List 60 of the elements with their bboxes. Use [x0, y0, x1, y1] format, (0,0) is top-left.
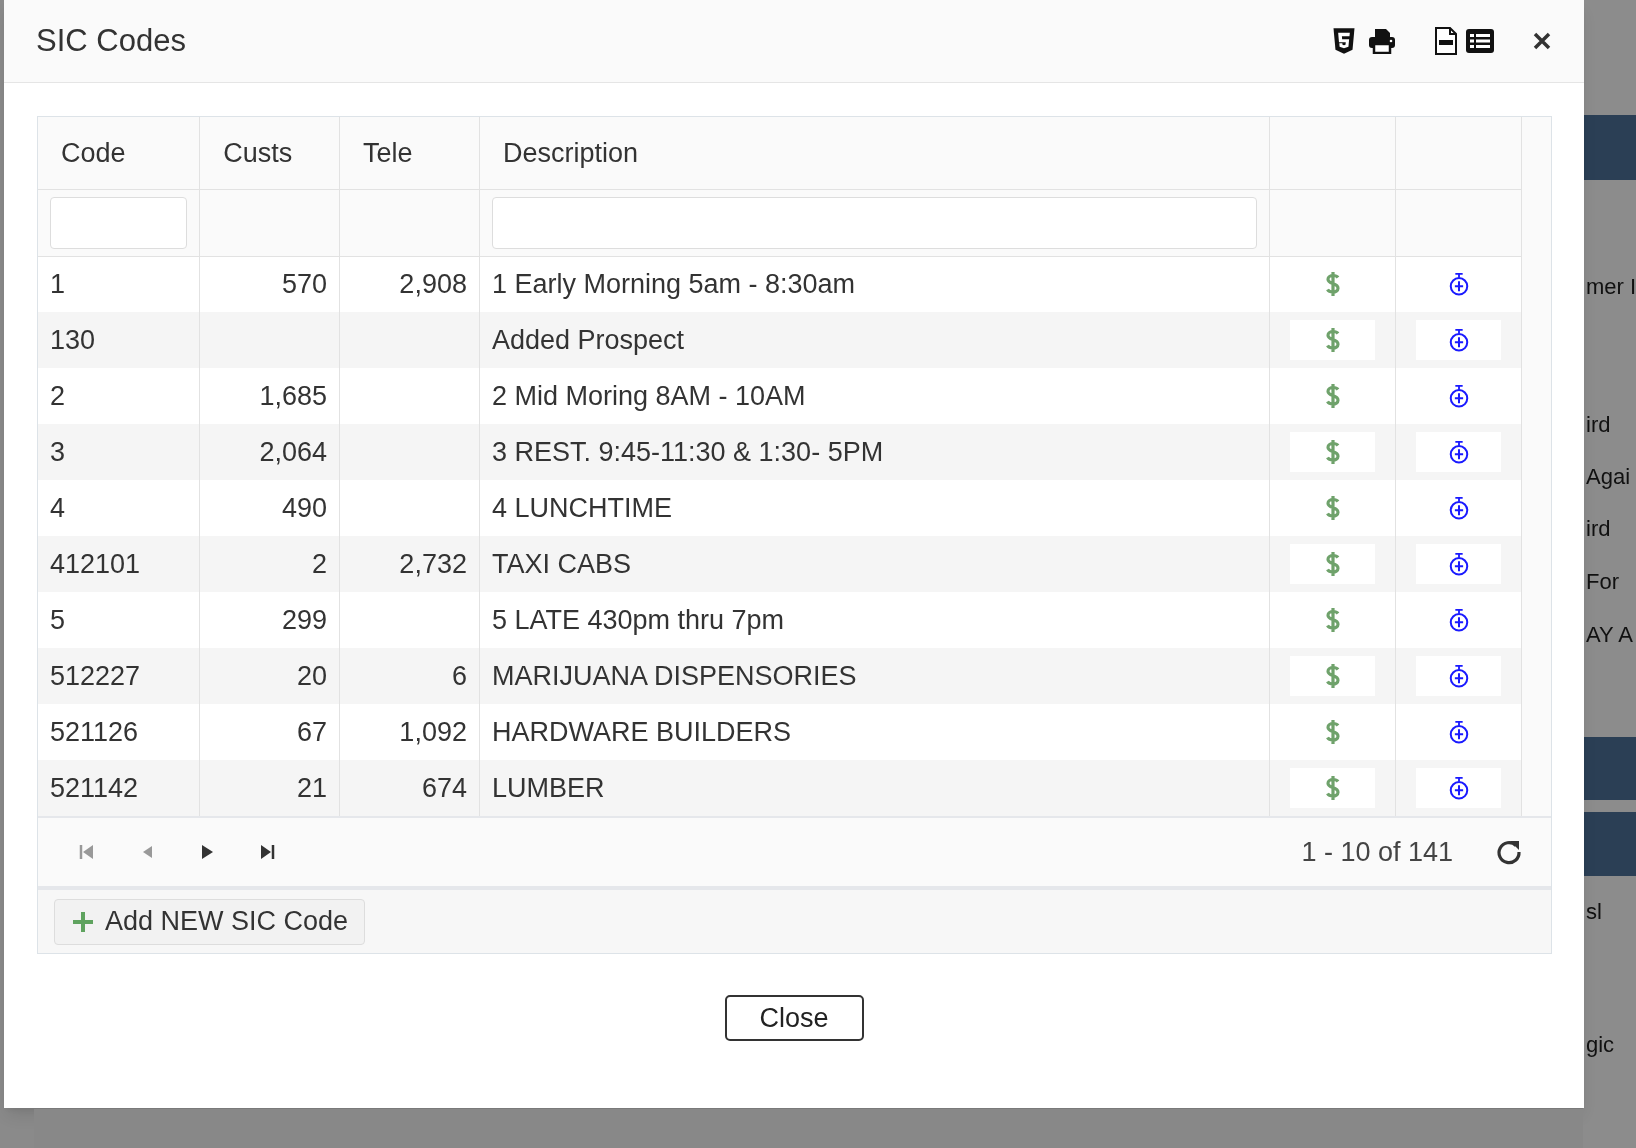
background-text: For [1586, 568, 1619, 596]
html5-icon[interactable] [1332, 27, 1356, 55]
list-icon[interactable] [1466, 29, 1494, 53]
stopwatch-icon [1447, 384, 1470, 408]
price-button[interactable] [1289, 320, 1376, 360]
last-arrow-icon [258, 843, 276, 861]
column-header[interactable]: Code [38, 117, 200, 189]
column-header[interactable]: Description [479, 117, 1270, 189]
header-bar [1583, 115, 1636, 180]
background-text: Agai [1586, 463, 1631, 491]
plus-icon [71, 909, 95, 934]
first-arrow-icon [78, 843, 96, 861]
background-text: sl [1586, 898, 1602, 926]
stopwatch-icon [1447, 496, 1470, 520]
filter-field[interactable] [50, 196, 188, 249]
dialog-title: SIC Codes [36, 21, 186, 60]
stopwatch-icon [1447, 328, 1470, 352]
price-button[interactable] [1289, 432, 1376, 472]
dollar-icon [1324, 607, 1341, 633]
dollar-icon [1324, 439, 1341, 465]
background-text: ird [1586, 411, 1611, 439]
dollar-icon [1324, 327, 1341, 353]
dollar-icon [1324, 495, 1341, 521]
dollar-icon [1324, 719, 1341, 745]
add-sic-code-button[interactable]: Add NEW SIC Code [54, 898, 366, 945]
background-text: ird [1586, 515, 1611, 543]
stopwatch-icon [1447, 552, 1470, 576]
dollar-icon [1324, 383, 1341, 409]
timer-button[interactable] [1416, 544, 1501, 584]
stopwatch-icon [1447, 608, 1470, 632]
price-button[interactable] [1289, 768, 1376, 808]
refresh-icon[interactable] [1495, 838, 1523, 866]
price-button[interactable] [1289, 656, 1376, 696]
background-text: gic [1586, 1031, 1615, 1059]
close-icon[interactable] [1532, 31, 1552, 51]
timer-button[interactable] [1416, 432, 1501, 472]
column-header[interactable]: Tele [339, 117, 480, 189]
timer-button[interactable] [1416, 320, 1501, 360]
header-bar [1583, 737, 1636, 800]
dollar-icon [1324, 271, 1341, 298]
stopwatch-icon [1447, 440, 1470, 464]
column-header[interactable]: Custs [199, 117, 340, 189]
dollar-icon [1324, 663, 1341, 689]
header-bar [1583, 812, 1636, 876]
stopwatch-icon [1447, 776, 1470, 800]
dollar-icon [1324, 551, 1341, 577]
printer-icon[interactable] [1368, 28, 1396, 54]
page-range-text: 1 - 10 of 141 [1301, 835, 1453, 869]
background-text: mer I [1586, 273, 1636, 301]
timer-button[interactable] [1416, 768, 1501, 808]
filter-field[interactable] [491, 196, 1257, 249]
stopwatch-icon [1447, 720, 1470, 744]
stopwatch-icon [1447, 664, 1470, 688]
timer-button[interactable] [1416, 656, 1501, 696]
price-button[interactable] [1289, 544, 1376, 584]
csv-file-icon[interactable] [1434, 27, 1458, 55]
dollar-icon [1324, 775, 1341, 801]
stopwatch-icon [1447, 272, 1470, 297]
background-text: AY A [1586, 621, 1633, 649]
close-button[interactable]: Close [724, 995, 864, 1041]
